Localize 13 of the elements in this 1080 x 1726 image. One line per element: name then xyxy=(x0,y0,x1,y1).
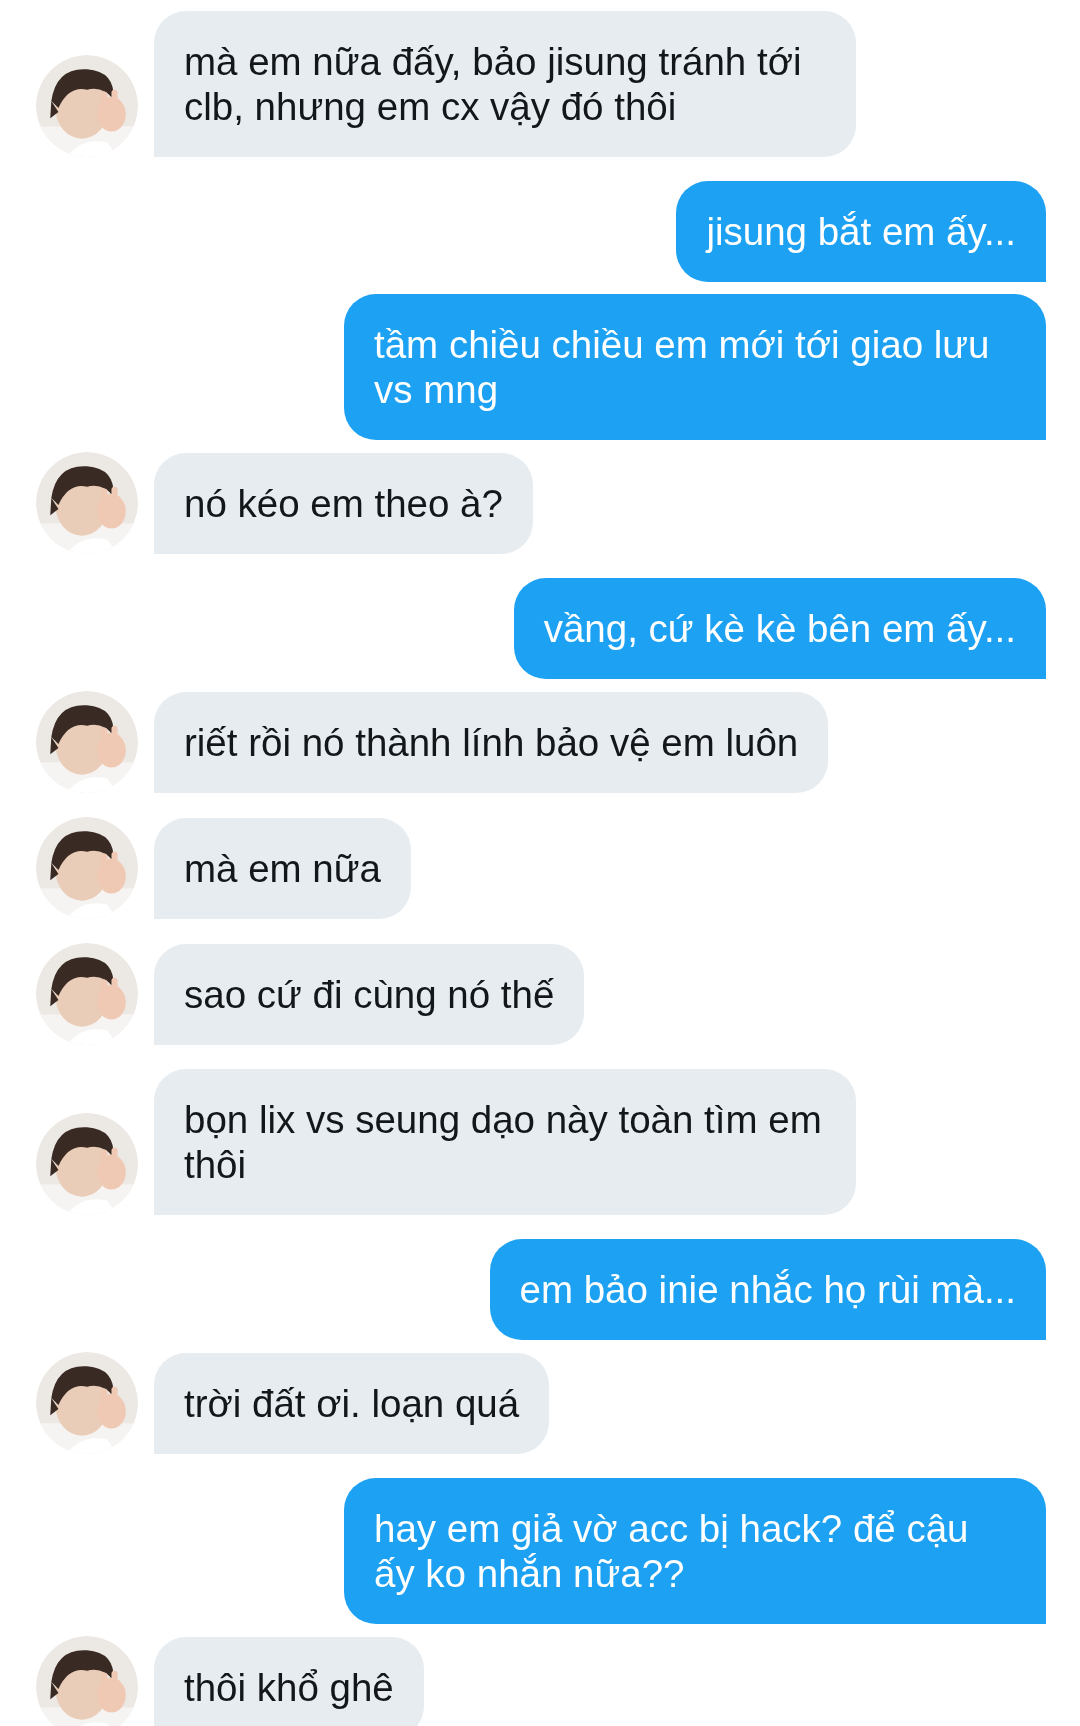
message-bubble: trời đất ơi. loạn quá xyxy=(154,1353,550,1454)
message-bubble: mà em nữa đấy, bảo jisung tránh tới clb, nhưng em cx vậy đó thôi xyxy=(154,11,856,157)
message-bubble: mà em nữa xyxy=(154,818,411,919)
message-bubble: thôi khổ ghê xyxy=(154,1637,424,1726)
message-bubble: nó kéo em theo à? xyxy=(154,453,533,554)
message-bubble: riết rồi nó thành lính bảo vệ em luôn xyxy=(154,692,829,793)
message-bubble: bọn lix vs seung dạo này toàn tìm em thôi xyxy=(154,1069,856,1215)
message-bubble: jisung bắt em ấy... xyxy=(676,181,1046,282)
message-bubble: hay em giả vờ acc bị hack? để cậu ấy ko nhắn nữa?? xyxy=(344,1478,1046,1624)
message-bubble: tầm chiều chiều em mới tới giao lưu vs mng xyxy=(344,294,1046,440)
message-bubble: sao cứ đi cùng nó thế xyxy=(154,944,585,1045)
message-bubble: vầng, cứ kè kè bên em ấy... xyxy=(513,578,1046,679)
message-bubble: em bảo inie nhắc họ rùi mà... xyxy=(489,1239,1046,1340)
